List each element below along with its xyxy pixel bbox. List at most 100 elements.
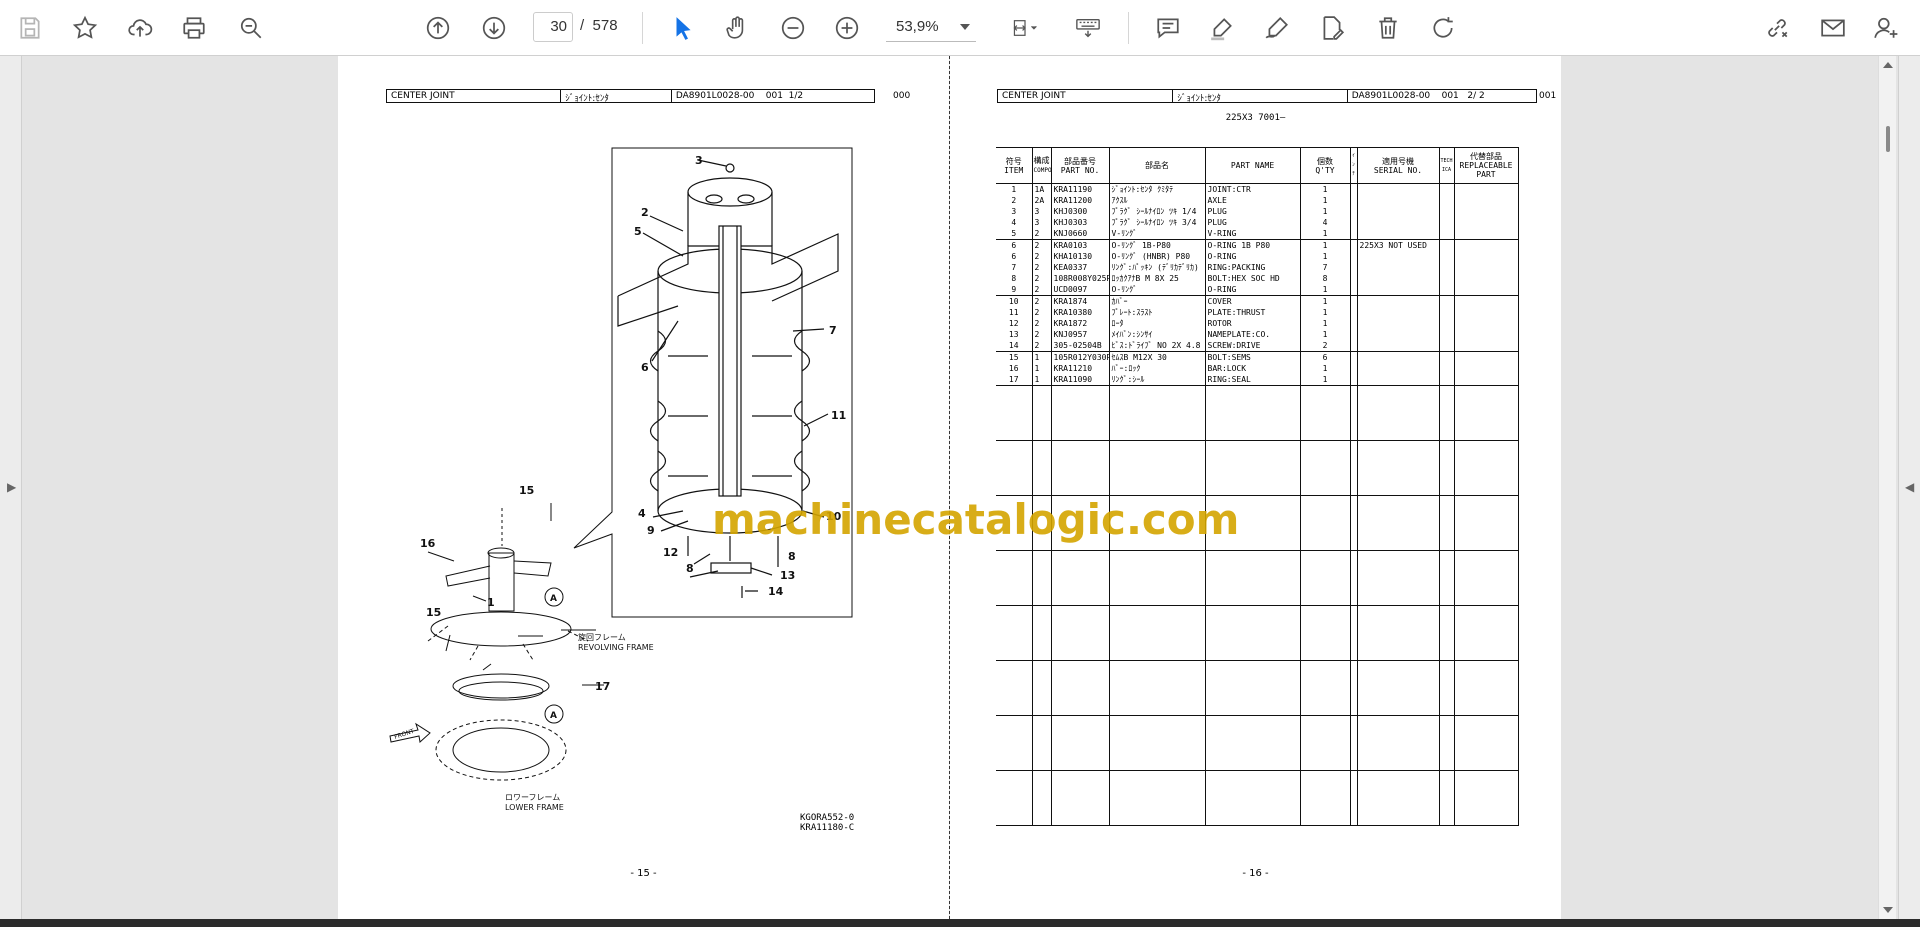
scroll-thumb[interactable] [1886, 126, 1890, 152]
header-rev: 001 [1539, 91, 1557, 101]
delete-icon[interactable] [1370, 10, 1406, 46]
arrow-down-circle-icon[interactable] [476, 10, 512, 46]
cell-name: SCREW:DRIVE [1204, 340, 1300, 352]
table-row: 10 2 KRA1874 ｶﾊﾞｰ COVER 1 [996, 295, 1519, 307]
vertical-scrollbar[interactable] [1878, 56, 1896, 919]
right-panel-toggle[interactable]: ◀ [1898, 56, 1920, 919]
empty-table-row [996, 605, 1519, 661]
highlight-icon[interactable] [1204, 10, 1240, 46]
page-number-input[interactable]: 30 [533, 12, 573, 42]
cell-part_no: 105R012Y030R [1050, 351, 1109, 363]
cell-note [1349, 183, 1357, 195]
cell-name: PLUG [1204, 206, 1300, 217]
zoom-out-icon[interactable] [775, 10, 811, 46]
empty-cell [1299, 385, 1350, 441]
empty-cell [1204, 715, 1300, 771]
cell-tech [1438, 251, 1454, 262]
cell-part_no: KRA11210 [1050, 363, 1109, 374]
cell-compo: 2 [1031, 262, 1051, 273]
cell-serial [1356, 217, 1439, 228]
add-user-icon[interactable] [1868, 10, 1904, 46]
svg-text:16: 16 [420, 537, 436, 550]
zoom-in-icon[interactable] [829, 10, 865, 46]
share-link-icon[interactable] [1759, 10, 1795, 46]
svg-text:11: 11 [831, 409, 846, 422]
page-16: CENTER JOINT ｼﾞｮｲﾝﾄ:ｾﾝﾀ DA8901L0028-00 0… [950, 56, 1561, 919]
cell-replace [1453, 195, 1519, 206]
empty-cell [1031, 605, 1051, 661]
cell-item: 14 [1008, 341, 1019, 350]
cell-name: RING:PACKING [1204, 262, 1300, 273]
cell-tech [1438, 217, 1454, 228]
document-viewer[interactable]: ▶ CENTER JOINT ｼﾞｮｲﾝﾄ:ｾﾝﾀ DA8901L0028-00… [0, 56, 1920, 919]
col-tech: TECH ICA [1438, 147, 1454, 184]
cell-name: RING:SEAL [1204, 374, 1300, 386]
svg-text:15: 15 [426, 606, 441, 619]
cell-serial [1356, 295, 1439, 307]
hand-pan-icon[interactable] [719, 10, 755, 46]
scroll-down-icon[interactable] [1883, 907, 1893, 913]
cell-serial [1356, 228, 1439, 240]
cell-qty: 6 [1299, 351, 1350, 363]
cell-note [1349, 251, 1357, 262]
empty-cell [1050, 385, 1109, 441]
rotate-icon[interactable] [1425, 10, 1461, 46]
cell-qty: 1 [1299, 295, 1350, 307]
upload-cloud-icon[interactable] [122, 10, 158, 46]
left-panel-toggle[interactable]: ▶ [0, 56, 22, 919]
cell-name: O-RING 1B P80 [1204, 239, 1300, 251]
empty-table-row [996, 385, 1519, 441]
arrow-up-circle-icon[interactable] [420, 10, 456, 46]
empty-table-row [996, 440, 1519, 496]
comment-icon[interactable] [1150, 10, 1186, 46]
page-total: / 578 [580, 17, 618, 34]
zoom-level-select[interactable]: 53,9% [886, 12, 976, 42]
cell-tech [1438, 239, 1454, 251]
chevron-left-icon: ◀ [1905, 480, 1915, 494]
empty-cell [996, 440, 1032, 496]
cell-jp: ﾛｰﾀ [1108, 318, 1205, 329]
cell-item: 7 [1011, 263, 1017, 272]
cell-tech [1438, 262, 1454, 273]
select-cursor-icon[interactable] [665, 10, 701, 46]
zoom-search-icon[interactable] [233, 10, 269, 46]
empty-cell [1438, 440, 1454, 496]
empty-cell [1349, 715, 1357, 771]
cell-part_no: KRA11190 [1050, 183, 1109, 195]
keyboard-icon[interactable] [1068, 10, 1108, 46]
empty-cell [1108, 385, 1205, 441]
cell-compo: 2A [1031, 195, 1051, 206]
email-icon[interactable] [1815, 10, 1851, 46]
cell-part_no: KHA10130 [1050, 251, 1109, 262]
cell-note [1349, 206, 1357, 217]
empty-cell [1356, 715, 1439, 771]
cell-compo: 2 [1031, 318, 1051, 329]
empty-cell [1108, 605, 1205, 661]
cell-jp: ﾋﾞｽ:ﾄﾞﾗｲﾌﾞ NO 2X 4.8 [1108, 340, 1205, 352]
svg-text:4: 4 [638, 507, 646, 520]
cell-serial [1356, 251, 1439, 262]
cell-compo: 2 [1031, 251, 1051, 262]
sign-icon[interactable] [1259, 10, 1295, 46]
page-fit-icon[interactable] [1002, 10, 1048, 46]
watermark-text: machinecatalogic.com [712, 495, 1240, 544]
cell-jp: ｶﾊﾞｰ [1108, 295, 1205, 307]
cell-jp: O-ﾘﾝｸﾞ 1B-P80 [1108, 239, 1205, 251]
cell-compo: 2 [1031, 228, 1051, 240]
cell-tech [1438, 206, 1454, 217]
table-header-row: 符号 ITEM 構成 COMPO 部品番号 PART NO. 部品名 PART NAM… [996, 147, 1519, 184]
cell-tech [1438, 363, 1454, 374]
cell-compo: 2 [1031, 284, 1051, 296]
page-number-footer: - 15 - [630, 868, 657, 879]
cell-part_no: KRA10380 [1050, 307, 1109, 318]
print-icon[interactable] [176, 10, 212, 46]
save-icon[interactable] [12, 10, 48, 46]
cell-item: 11 [1008, 308, 1019, 317]
cell-note [1349, 329, 1357, 340]
cell-name: AXLE [1204, 195, 1300, 206]
scroll-up-icon[interactable] [1883, 62, 1893, 68]
cell-name: BAR:LOCK [1204, 363, 1300, 374]
bookmark-star-icon[interactable] [67, 10, 103, 46]
empty-cell [1356, 770, 1439, 826]
edit-pdf-icon[interactable] [1314, 10, 1350, 46]
